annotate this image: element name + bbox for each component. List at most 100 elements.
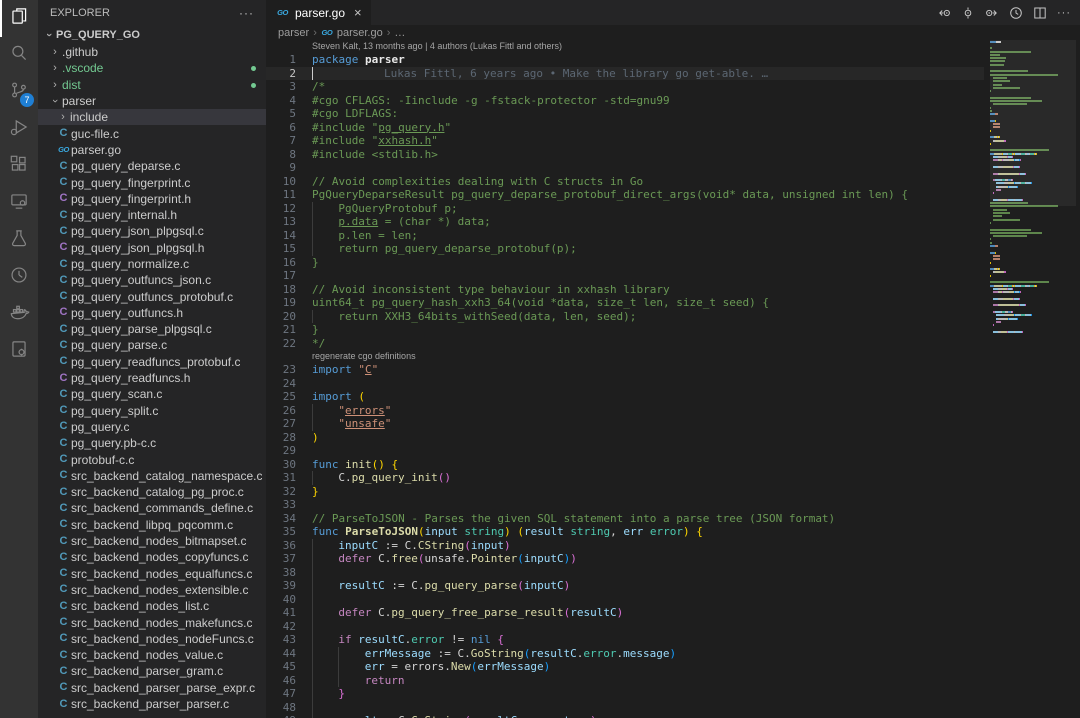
code-line-30[interactable]: 30func init() { [266,458,984,472]
line-number[interactable]: 48 [266,701,312,715]
code-line-41[interactable]: 41defer C.pg_query_free_parse_result(res… [266,606,984,620]
line-number[interactable]: 11 [266,188,312,202]
code-line-33[interactable]: 33 [266,498,984,512]
activity-explorer[interactable] [0,0,38,37]
tree-item-parser[interactable]: ›parser [38,93,266,109]
code-line-36[interactable]: 36inputC := C.CString(input) [266,539,984,553]
activity-extensions[interactable] [0,148,38,185]
line-number[interactable]: 29 [266,444,312,458]
line-number[interactable]: 14 [266,229,312,243]
line-number[interactable]: 13 [266,215,312,229]
tree-item-src-backend-libpq-pqcomm.c[interactable]: Csrc_backend_libpq_pqcomm.c [38,517,266,533]
code-line-7[interactable]: 7#include "xxhash.h" [266,134,984,148]
open-previous-change-icon[interactable] [934,3,954,23]
line-number[interactable]: 7 [266,134,312,148]
line-number[interactable]: 21 [266,323,312,337]
code-line-17[interactable]: 17 [266,269,984,283]
tree-item-src-backend-parser-gram.c[interactable]: Csrc_backend_parser_gram.c [38,663,266,679]
tree-item-src-backend-nodes-bitmapset.c[interactable]: Csrc_backend_nodes_bitmapset.c [38,533,266,549]
code-line-27[interactable]: 27"unsafe" [266,417,984,431]
line-number[interactable]: 27 [266,417,312,431]
line-number[interactable]: 41 [266,606,312,620]
tree-item-src-backend-catalog-namespace.c[interactable]: Csrc_backend_catalog_namespace.c [38,468,266,484]
code-line-47[interactable]: 47} [266,687,984,701]
tree-item-src-backend-nodes-equalfuncs.c[interactable]: Csrc_backend_nodes_equalfuncs.c [38,566,266,582]
activity-docker[interactable] [0,296,38,333]
line-number[interactable]: 35 [266,525,312,539]
tree-item-src-backend-catalog-pg-proc.c[interactable]: Csrc_backend_catalog_pg_proc.c [38,484,266,500]
tree-item-pg-query-outfuncs-protobuf.c[interactable]: Cpg_query_outfuncs_protobuf.c [38,288,266,304]
activity-code-settings[interactable] [0,333,38,370]
line-number[interactable]: 28 [266,431,312,445]
code-line-8[interactable]: 8#include <stdlib.h> [266,148,984,162]
line-number[interactable]: 40 [266,593,312,607]
line-number[interactable]: 3 [266,80,312,94]
code-line-23[interactable]: 23import "C" [266,363,984,377]
code-line-35[interactable]: 35func ParseToJSON(input string) (result… [266,525,984,539]
tree-item-pg-query-parse.c[interactable]: Cpg_query_parse.c [38,337,266,353]
line-number[interactable]: 10 [266,175,312,189]
code-line-37[interactable]: 37defer C.free(unsafe.Pointer(inputC)) [266,552,984,566]
tree-item-src-backend-nodes-nodeFuncs.c[interactable]: Csrc_backend_nodes_nodeFuncs.c [38,631,266,647]
code-line-44[interactable]: 44errMessage := C.GoString(resultC.error… [266,647,984,661]
code-line-46[interactable]: 46return [266,674,984,688]
tree-item-src-backend-parser-parser.c[interactable]: Csrc_backend_parser_parser.c [38,696,266,712]
activity-run-and-debug[interactable] [0,111,38,148]
line-number[interactable]: 9 [266,161,312,175]
tree-item-.vscode[interactable]: ›.vscode [38,60,266,76]
tree-item-dist[interactable]: ›dist [38,77,266,93]
tree-item-pg-query-scan.c[interactable]: Cpg_query_scan.c [38,386,266,402]
tree-item-pg-query-readfuncs.h[interactable]: Cpg_query_readfuncs.h [38,370,266,386]
code-line-24[interactable]: 24 [266,377,984,391]
tree-item-src-backend-nodes-makefuncs.c[interactable]: Csrc_backend_nodes_makefuncs.c [38,614,266,630]
close-icon[interactable]: × [354,5,362,20]
code-line-28[interactable]: 28) [266,431,984,445]
line-number[interactable]: 30 [266,458,312,472]
breadcrumb-file[interactable]: parser.go [337,27,383,39]
line-number[interactable]: 12 [266,202,312,216]
code-line-6[interactable]: 6#include "pg_query.h" [266,121,984,135]
line-number[interactable]: 36 [266,539,312,553]
code-line-43[interactable]: 43if resultC.error != nil { [266,633,984,647]
activity-source-control[interactable]: 7 [0,74,38,111]
line-number[interactable]: 8 [266,148,312,162]
code-line-21[interactable]: 21} [266,323,984,337]
code-line-5[interactable]: 5#cgo LDFLAGS: [266,107,984,121]
code-line-4[interactable]: 4#cgo CFLAGS: -Iinclude -g -fstack-prote… [266,94,984,108]
code-line-10[interactable]: 10// Avoid complexities dealing with C s… [266,175,984,189]
line-number[interactable]: 44 [266,647,312,661]
code-line-45[interactable]: 45err = errors.New(errMessage) [266,660,984,674]
code-line-31[interactable]: 31C.pg_query_init() [266,471,984,485]
code-line-13[interactable]: 13p.data = (char *) data; [266,215,984,229]
tree-item-pg-query-outfuncs.h[interactable]: Cpg_query_outfuncs.h [38,305,266,321]
tree-item-.github[interactable]: ›.github [38,44,266,60]
line-number[interactable]: 2 [266,67,312,81]
line-number[interactable]: 1 [266,53,312,67]
line-number[interactable]: 47 [266,687,312,701]
code-line-18[interactable]: 18// Avoid inconsistent type behaviour i… [266,283,984,297]
activity-search[interactable] [0,37,38,74]
line-number[interactable]: 31 [266,471,312,485]
line-number[interactable]: 19 [266,296,312,310]
tree-item-guc-file.c[interactable]: Cguc-file.c [38,125,266,141]
tree-item-pg-query-json-plpgsql.c[interactable]: Cpg_query_json_plpgsql.c [38,223,266,239]
line-number[interactable]: 46 [266,674,312,688]
code-line-26[interactable]: 26"errors" [266,404,984,418]
code-line-34[interactable]: 34// ParseToJSON - Parses the given SQL … [266,512,984,526]
breadcrumb-folder[interactable]: parser [278,27,309,39]
more-actions-icon[interactable]: ··· [1054,3,1074,23]
code-line-1[interactable]: 1package parser [266,53,984,67]
code-line-19[interactable]: 19uint64_t pg_query_hash_xxh3_64(void *d… [266,296,984,310]
tree-item-src-backend-nodes-value.c[interactable]: Csrc_backend_nodes_value.c [38,647,266,663]
code-line-3[interactable]: 3/* [266,80,984,94]
code-line-29[interactable]: 29 [266,444,984,458]
code-line-16[interactable]: 16} [266,256,984,270]
code-line-49[interactable]: 49result = C.GoString(resultC.parse_tree… [266,714,984,718]
code-line-2[interactable]: 2Lukas Fittl, 6 years ago • Make the lib… [266,67,984,81]
activity-remote-explorer[interactable] [0,185,38,222]
explorer-root-folder[interactable]: › PG_QUERY_GO [38,26,266,44]
line-number[interactable]: 18 [266,283,312,297]
code-line-25[interactable]: 25import ( [266,390,984,404]
tree-item-src-backend-nodes-extensible.c[interactable]: Csrc_backend_nodes_extensible.c [38,582,266,598]
breadcrumb-symbol[interactable]: … [394,27,405,39]
